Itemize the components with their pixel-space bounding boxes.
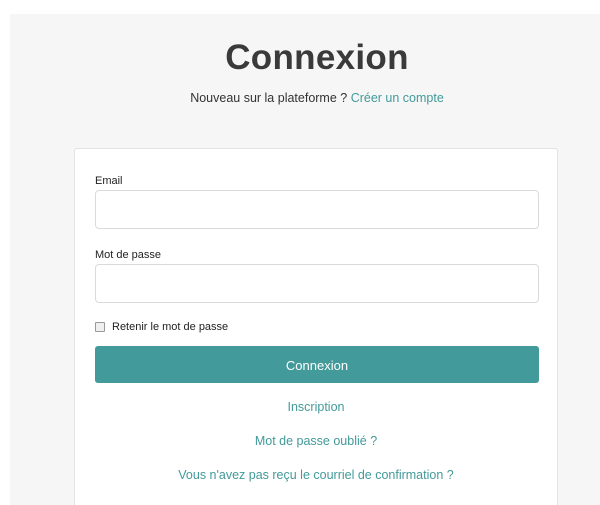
remember-checkbox[interactable] xyxy=(95,322,105,332)
email-label: Email xyxy=(95,175,123,187)
resend-confirmation-link[interactable]: Vous n'avez pas reçu le courriel de conf… xyxy=(74,468,558,482)
signup-link[interactable]: Inscription xyxy=(74,400,558,414)
password-label: Mot de passe xyxy=(95,249,162,261)
remember-label: Retenir le mot de passe xyxy=(112,321,229,333)
create-account-link[interactable]: Créer un compte xyxy=(351,91,444,105)
email-field[interactable] xyxy=(95,190,539,229)
signup-prompt: Nouveau sur la plateforme ? Créer un com… xyxy=(0,91,600,105)
signup-prompt-text: Nouveau sur la plateforme ? xyxy=(190,91,348,105)
password-field[interactable] xyxy=(95,264,539,303)
page-title: Connexion xyxy=(225,38,409,77)
remember-password[interactable]: Retenir le mot de passe xyxy=(95,321,228,333)
forgot-password-link[interactable]: Mot de passe oublié ? xyxy=(74,434,558,448)
login-button[interactable]: Connexion xyxy=(95,346,539,383)
